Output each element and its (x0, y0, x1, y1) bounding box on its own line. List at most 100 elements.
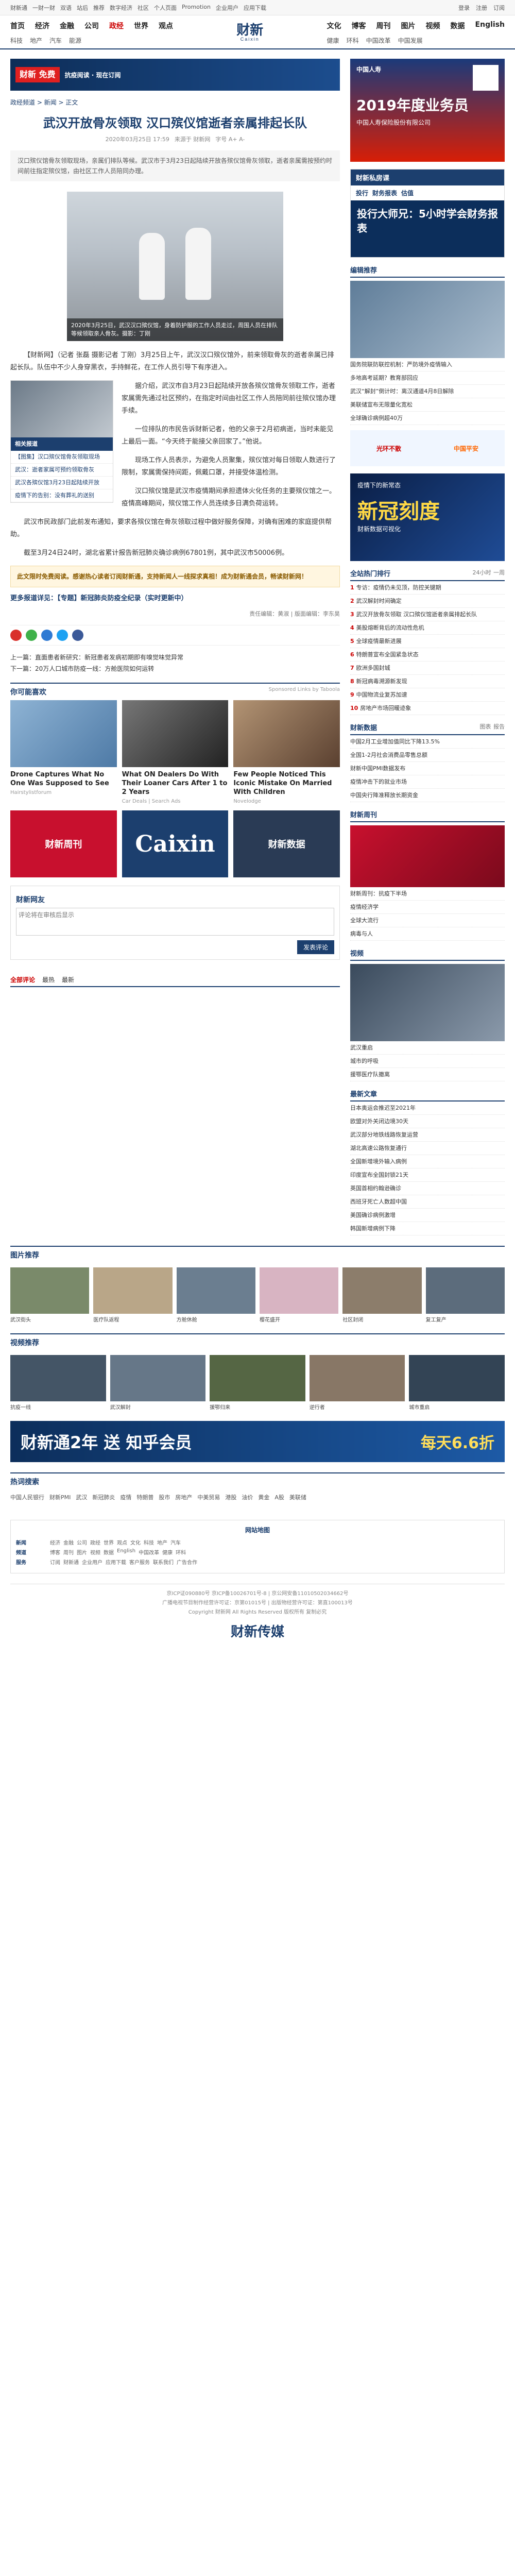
side-link[interactable]: 欧盟对外关闭边境30天 (350, 1115, 505, 1128)
rank-item[interactable]: 5 全球疫情最新进展 (350, 635, 505, 648)
sitemap-link[interactable]: 周刊 (63, 1548, 74, 1556)
hot-tag[interactable]: 疫情 (120, 1493, 131, 1501)
next-link[interactable]: 下一篇：20万人口城市防疫一线：方舱医院如何运转 (10, 663, 340, 674)
video-item[interactable]: 城市重启 (409, 1355, 505, 1411)
weekly-cover[interactable] (350, 825, 505, 887)
hot-tag[interactable]: 武汉 (76, 1493, 87, 1501)
sitemap-link[interactable]: 中国改革 (139, 1548, 159, 1556)
side-link[interactable]: 全国新增境外输入病例 (350, 1155, 505, 1168)
hot-tag[interactable]: 中美贸易 (197, 1493, 220, 1501)
rank-tab[interactable]: 24小时 (472, 569, 491, 576)
sitemap-link[interactable]: 地产 (157, 1538, 167, 1546)
comment-tab[interactable]: 全部评论 (10, 975, 35, 984)
rank-item[interactable]: 3 武汉开放骨灰领取 汉口殡仪馆逝者亲属排起长队 (350, 608, 505, 621)
video-item[interactable]: 逆行者 (309, 1355, 405, 1411)
hot-tag[interactable]: 油价 (242, 1493, 253, 1501)
hot-tag[interactable]: 特朗普 (136, 1493, 153, 1501)
video-thumb[interactable] (350, 964, 505, 1041)
subscription-note[interactable]: 此文限时免费阅读。感谢热心读者订阅财新通，支持新闻人一线探求真相！成为财新通会员… (10, 566, 340, 587)
qzone-icon[interactable] (41, 630, 53, 641)
rank-tab[interactable]: 一周 (493, 569, 505, 576)
mini-ad[interactable]: 光环不散 中国平安 (350, 430, 505, 466)
video-item[interactable]: 武汉解封 (110, 1355, 206, 1411)
sitemap-link[interactable]: 图片 (77, 1548, 87, 1556)
top-link[interactable]: 企业用户 (216, 4, 238, 12)
side-link[interactable]: 全球大流行 (350, 914, 505, 927)
nav-item[interactable]: 周刊 (376, 21, 391, 31)
side-link[interactable]: 病毒与人 (350, 927, 505, 941)
side-link[interactable]: 援鄂医疗队撤离 (350, 1068, 505, 1081)
hot-tag[interactable]: 黄金 (258, 1493, 269, 1501)
side-link[interactable]: 国务院联防联控机制：严防境外疫情输入 (350, 358, 505, 371)
side-link[interactable]: 武汉部分地铁线路恢复运营 (350, 1128, 505, 1142)
comment-input[interactable] (16, 908, 334, 936)
pic-item[interactable]: 樱花盛开 (259, 1267, 339, 1323)
sitemap-link[interactable]: English (117, 1548, 135, 1556)
nav-sub-item[interactable]: 科技 (10, 36, 23, 45)
side-link[interactable]: 韩国新增病例下降 (350, 1222, 505, 1235)
private-tab[interactable]: 投行 (356, 189, 368, 197)
hot-tag[interactable]: 新冠肺炎 (92, 1493, 115, 1501)
hot-tag[interactable]: 美联储 (289, 1493, 306, 1501)
rank-item[interactable]: 8 新冠病毒溯源新发现 (350, 675, 505, 688)
top-link[interactable]: 个人页面 (154, 4, 177, 12)
hot-tag[interactable]: 股市 (159, 1493, 170, 1501)
nav-item[interactable]: 观点 (159, 21, 173, 31)
nav-item[interactable]: 政经 (109, 21, 124, 31)
nav-item[interactable]: 世界 (134, 21, 148, 31)
sitemap-link[interactable]: 世界 (104, 1538, 114, 1546)
sitemap-link[interactable]: 应用下载 (106, 1558, 126, 1566)
nav-item[interactable]: English (475, 21, 505, 31)
nav-item[interactable]: 首页 (10, 21, 25, 31)
nav-item[interactable]: 图片 (401, 21, 416, 31)
top-link[interactable]: 一财一财 (32, 4, 55, 12)
nav-item[interactable]: 经济 (35, 21, 49, 31)
rank-item[interactable]: 7 欧洲多国封城 (350, 662, 505, 675)
rank-item[interactable]: 4 美股熔断背后的流动性危机 (350, 621, 505, 635)
sitemap-link[interactable]: 经济 (50, 1538, 60, 1546)
nav-sub-item[interactable]: 中国改革 (366, 36, 391, 45)
side-link[interactable]: 中国央行降准释放长期资金 (350, 789, 505, 802)
top-link[interactable]: 双语 (60, 4, 72, 12)
sitemap-link[interactable]: 视频 (90, 1548, 100, 1556)
nav-sub-item[interactable]: 中国发展 (398, 36, 423, 45)
pic-item[interactable]: 医疗队返程 (93, 1267, 173, 1323)
xinguan-banner[interactable]: 疫情下的新常态 新冠刻度 财新数据可视化 (350, 473, 505, 561)
side-link[interactable]: 西班牙死亡人数超中国 (350, 1195, 505, 1209)
top-link[interactable]: 社区 (138, 4, 149, 12)
related-link[interactable]: 武汉：逝者家属可预约领取骨灰 (11, 464, 113, 477)
login-link[interactable]: 登录 (458, 4, 470, 12)
editor-picks-image[interactable] (350, 281, 505, 358)
comment-tab[interactable]: 最新 (62, 975, 74, 984)
sitemap-link[interactable]: 金融 (63, 1538, 74, 1546)
private-tab[interactable]: 财务报表 (372, 189, 397, 197)
sitemap-link[interactable]: 公司 (77, 1538, 87, 1546)
side-link[interactable]: 财新周刊：抗疫下半场 (350, 887, 505, 901)
side-link[interactable]: 财新中国PMI数据发布 (350, 762, 505, 775)
wechat-icon[interactable] (26, 630, 37, 641)
comment-tab[interactable]: 最热 (42, 975, 55, 984)
sitemap-link[interactable]: 科技 (144, 1538, 154, 1546)
sitemap-link[interactable]: 订阅 (50, 1558, 60, 1566)
side-link[interactable]: 美联储宣布无限量化宽松 (350, 398, 505, 412)
side-link[interactable]: 武汉“解封”倒计时：离汉通道4月8日解除 (350, 385, 505, 398)
related-link[interactable]: 【图集】汉口殡仪馆骨灰领取现场 (11, 451, 113, 464)
side-link[interactable]: 英国首相约翰逊确诊 (350, 1182, 505, 1195)
breadcrumb[interactable]: 政经频道 > 新闻 > 正文 (10, 98, 340, 107)
rank-item[interactable]: 2 武汉解封时间确定 (350, 595, 505, 608)
nav-sub-item[interactable]: 健康 (327, 36, 339, 45)
hot-tag[interactable]: 港股 (225, 1493, 236, 1501)
top-link[interactable]: 数字经济 (110, 4, 132, 12)
recommend-card[interactable]: Few People Noticed This Iconic Mistake O… (233, 700, 340, 804)
top-link[interactable]: Promotion (182, 4, 211, 12)
related-link[interactable]: 武汉各殡仪馆3月23日起陆续开放 (11, 477, 113, 489)
private-tab[interactable]: 估值 (401, 189, 414, 197)
rank-item[interactable]: 1 专访：疫情仍未见顶，防控关键期 (350, 581, 505, 595)
sitemap-link[interactable]: 数据 (104, 1548, 114, 1556)
rank-item[interactable]: 9 中国物流业复苏加速 (350, 688, 505, 702)
membership-banner[interactable]: 财新通2年 送 知乎会员 每天6.6折 (10, 1421, 505, 1462)
top-link[interactable]: 推荐 (93, 4, 105, 12)
video-item[interactable]: 抗疫一线 (10, 1355, 106, 1411)
sitemap-link[interactable]: 环科 (176, 1548, 186, 1556)
sitemap-link[interactable]: 财新通 (63, 1558, 79, 1566)
